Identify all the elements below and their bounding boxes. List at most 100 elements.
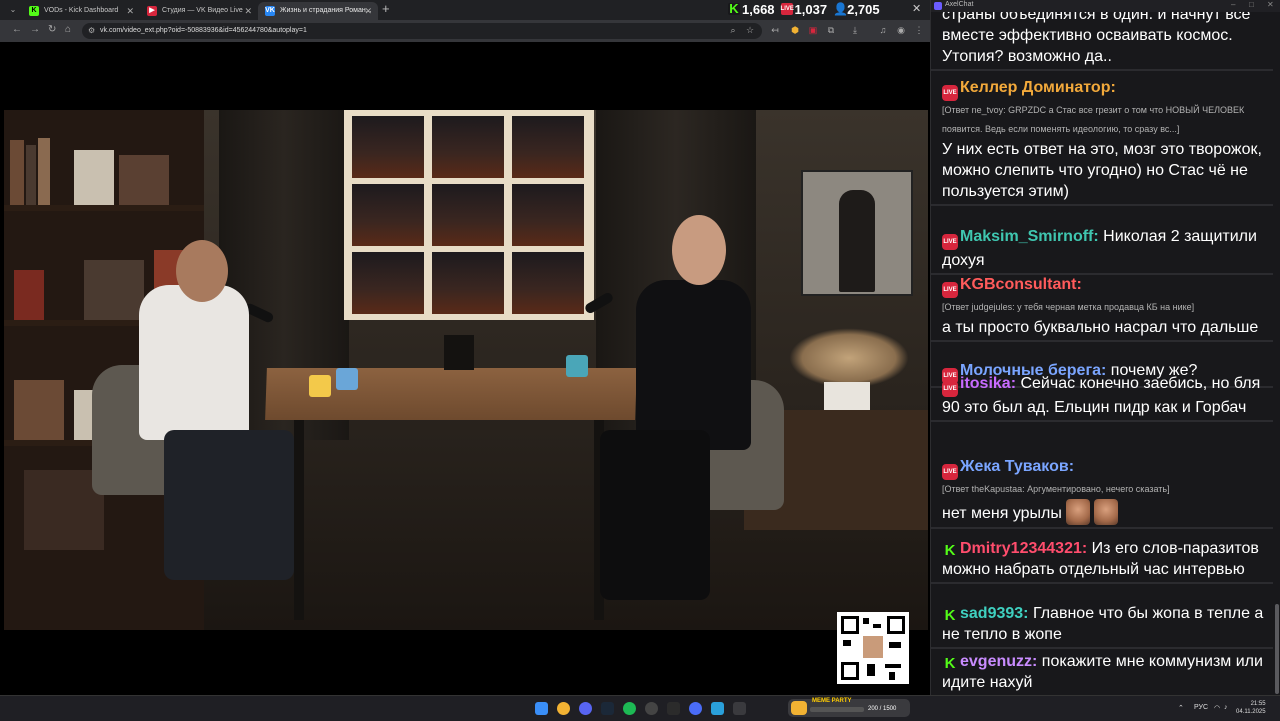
meme-emoji-icon — [791, 701, 807, 715]
tab-label: Студия — VK Видео Live — [162, 7, 243, 14]
spotify-icon[interactable] — [623, 702, 636, 715]
chat-username[interactable]: Maksim_Smirnoff: — [960, 228, 1099, 245]
chat-username[interactable]: KGBconsultant: — [960, 276, 1082, 293]
meme-party-widget[interactable]: MEME PARTY 200 / 1500 — [788, 698, 910, 717]
chat-message-body: а ты просто буквально насрал что дальше — [942, 317, 1265, 338]
chat-message: LIVE KGBconsultant: [Ответ judgejules: у т… — [931, 272, 1273, 342]
language-indicator[interactable]: РУС — [1194, 704, 1208, 711]
clock[interactable]: 21:55 04.11.2025 — [1236, 700, 1266, 716]
tray-chevron-icon[interactable]: ⌃ — [1178, 704, 1184, 712]
chat-message: LIVE Келлер Доминатор: [Ответ ne_tvoy: GRP… — [931, 75, 1273, 206]
extension-red-icon[interactable]: ▣ — [808, 25, 818, 35]
video-frame — [4, 110, 928, 630]
video-player[interactable] — [0, 42, 930, 695]
scrollbar-thumb[interactable] — [1275, 604, 1279, 694]
app-icon[interactable] — [733, 702, 746, 715]
address-bar[interactable]: ⚙ vk.com/video_ext.php?oid=-50883936&id=… — [82, 23, 762, 39]
guest-right-legs — [600, 430, 710, 600]
menu-dots-icon[interactable]: ⋮ — [914, 25, 924, 35]
extension-back-icon[interactable]: ↤ — [770, 25, 780, 35]
profile-icon[interactable]: ◉ — [896, 25, 906, 35]
window-pane — [352, 184, 424, 246]
chat-message-list[interactable]: страны объединятся в один. и начнут все … — [931, 12, 1273, 695]
window-pane — [432, 252, 504, 314]
browser-tab-bar: ⌄ K VODs - Kick Dashboard ✕ ▶ Студия — V… — [0, 0, 930, 20]
tab-kick-dashboard[interactable]: K VODs - Kick Dashboard ✕ — [22, 2, 140, 20]
chrome-icon[interactable] — [557, 702, 570, 715]
media-control-icon[interactable]: ♫ — [878, 25, 888, 35]
forward-icon[interactable]: → — [30, 24, 40, 35]
meme-party-count: 200 / 1500 — [868, 706, 897, 712]
download-icon[interactable]: ⤓ — [850, 25, 860, 35]
chat-username[interactable]: itosika: — [960, 375, 1016, 392]
maximize-icon[interactable]: □ — [1249, 0, 1254, 9]
chat-message-header: Ksad9393: Главное что бы жопа в тепле а … — [942, 603, 1265, 645]
reload-icon[interactable]: ↻ — [48, 24, 56, 35]
obs-icon[interactable] — [645, 702, 658, 715]
window-close-icon[interactable]: ✕ — [912, 2, 921, 15]
tab-vk-studio[interactable]: ▶ Студия — VK Видео Live ✕ — [140, 2, 258, 20]
window-pane — [512, 116, 584, 178]
qr-module — [867, 664, 875, 676]
guest-right-jacket — [636, 280, 751, 450]
window-pane — [432, 184, 504, 246]
chat-username[interactable]: Dmitry12344321: — [960, 540, 1087, 557]
home-icon[interactable]: ⌂ — [65, 24, 71, 35]
qr-module — [863, 618, 869, 624]
emote-icon — [1065, 499, 1090, 525]
chat-username[interactable]: Жека Туваков: — [960, 458, 1074, 475]
vk-viewers-value: 1,037 — [794, 1, 828, 17]
chat-message: Kevgenuzz: покажите мне коммунизм или ид… — [931, 649, 1273, 695]
chat-reply-quote: [Ответ theKapustaa: Аргументировано, неч… — [942, 484, 1170, 494]
kick-badge-icon: K — [942, 543, 958, 559]
clock-date: 04.11.2025 — [1236, 709, 1266, 715]
discord-icon[interactable] — [579, 702, 592, 715]
guest-left-jacket — [139, 285, 249, 440]
tab-search-icon[interactable]: ⌄ — [6, 3, 20, 17]
tab-video[interactable]: VK Жизнь и страдания Роман... ✕ — [258, 2, 378, 20]
close-icon[interactable]: ✕ — [1267, 0, 1274, 9]
close-icon[interactable]: ✕ — [126, 2, 134, 20]
qr-module — [889, 672, 895, 680]
volume-icon[interactable]: ♪ — [1224, 704, 1228, 711]
chat-reply-quote: [Ответ ne_tvoy: GRPZDC а Стас все грезит… — [942, 105, 1245, 134]
chat-message-text: а ты просто буквально насрал что дальше — [942, 319, 1259, 336]
minimize-icon[interactable]: – — [1231, 0, 1235, 9]
chat-username[interactable]: evgenuzz: — [960, 653, 1037, 670]
live-badge-icon: LIVE — [942, 464, 958, 480]
telegram-icon[interactable] — [711, 702, 724, 715]
emote-icon — [1093, 499, 1118, 525]
new-tab-button[interactable]: + — [382, 1, 390, 16]
back-icon[interactable]: ← — [12, 24, 22, 35]
kick-badge-icon: K — [942, 608, 958, 624]
chat-message-text: У них есть ответ на это, мозг это творож… — [942, 141, 1262, 200]
chat-message-body: страны объединятся в один. и начнут все … — [942, 12, 1265, 67]
mic-stand — [444, 335, 474, 370]
chat-reply-quote: [Ответ judgejules: у тебя черная метка п… — [942, 302, 1195, 312]
chat-message: Ksad9393: Главное что бы жопа в тепле а … — [931, 601, 1273, 649]
extension-shield-icon[interactable]: ⬢ — [790, 25, 800, 35]
app-icon[interactable] — [667, 702, 680, 715]
steam-icon[interactable] — [601, 702, 614, 715]
wifi-icon[interactable]: ◠ — [1214, 704, 1220, 712]
chat-username[interactable]: sad9393: — [960, 605, 1029, 622]
chat-message-header: LIVE itosika: Сейчас конечно заебись, но … — [942, 373, 1265, 418]
media-icon[interactable] — [689, 702, 702, 715]
chat-username[interactable]: Келлер Доминатор: — [960, 79, 1116, 96]
zoom-icon[interactable]: ⌕ — [728, 25, 738, 35]
chat-message-body: нет меня урылы — [942, 499, 1265, 525]
close-icon[interactable]: ✕ — [244, 2, 252, 20]
chat-scrollbar[interactable] — [1273, 12, 1280, 695]
start-icon[interactable] — [535, 702, 548, 715]
browser-toolbar: ← → ↻ ⌂ ⚙ vk.com/video_ext.php?oid=-5088… — [0, 20, 930, 42]
bookmark-star-icon[interactable]: ☆ — [745, 25, 755, 35]
meme-progress-bar — [810, 707, 864, 712]
site-info-icon[interactable]: ⚙ — [88, 23, 95, 39]
clock-time: 21:55 — [1250, 701, 1266, 707]
live-badge-icon: LIVE — [942, 85, 958, 101]
chat-message-header: LIVE Келлер Доминатор: — [942, 77, 1265, 101]
qr-finder — [841, 662, 859, 680]
extensions-puzzle-icon[interactable]: ⧉ — [826, 25, 836, 35]
close-icon[interactable]: ✕ — [364, 2, 372, 20]
mug — [309, 375, 331, 397]
